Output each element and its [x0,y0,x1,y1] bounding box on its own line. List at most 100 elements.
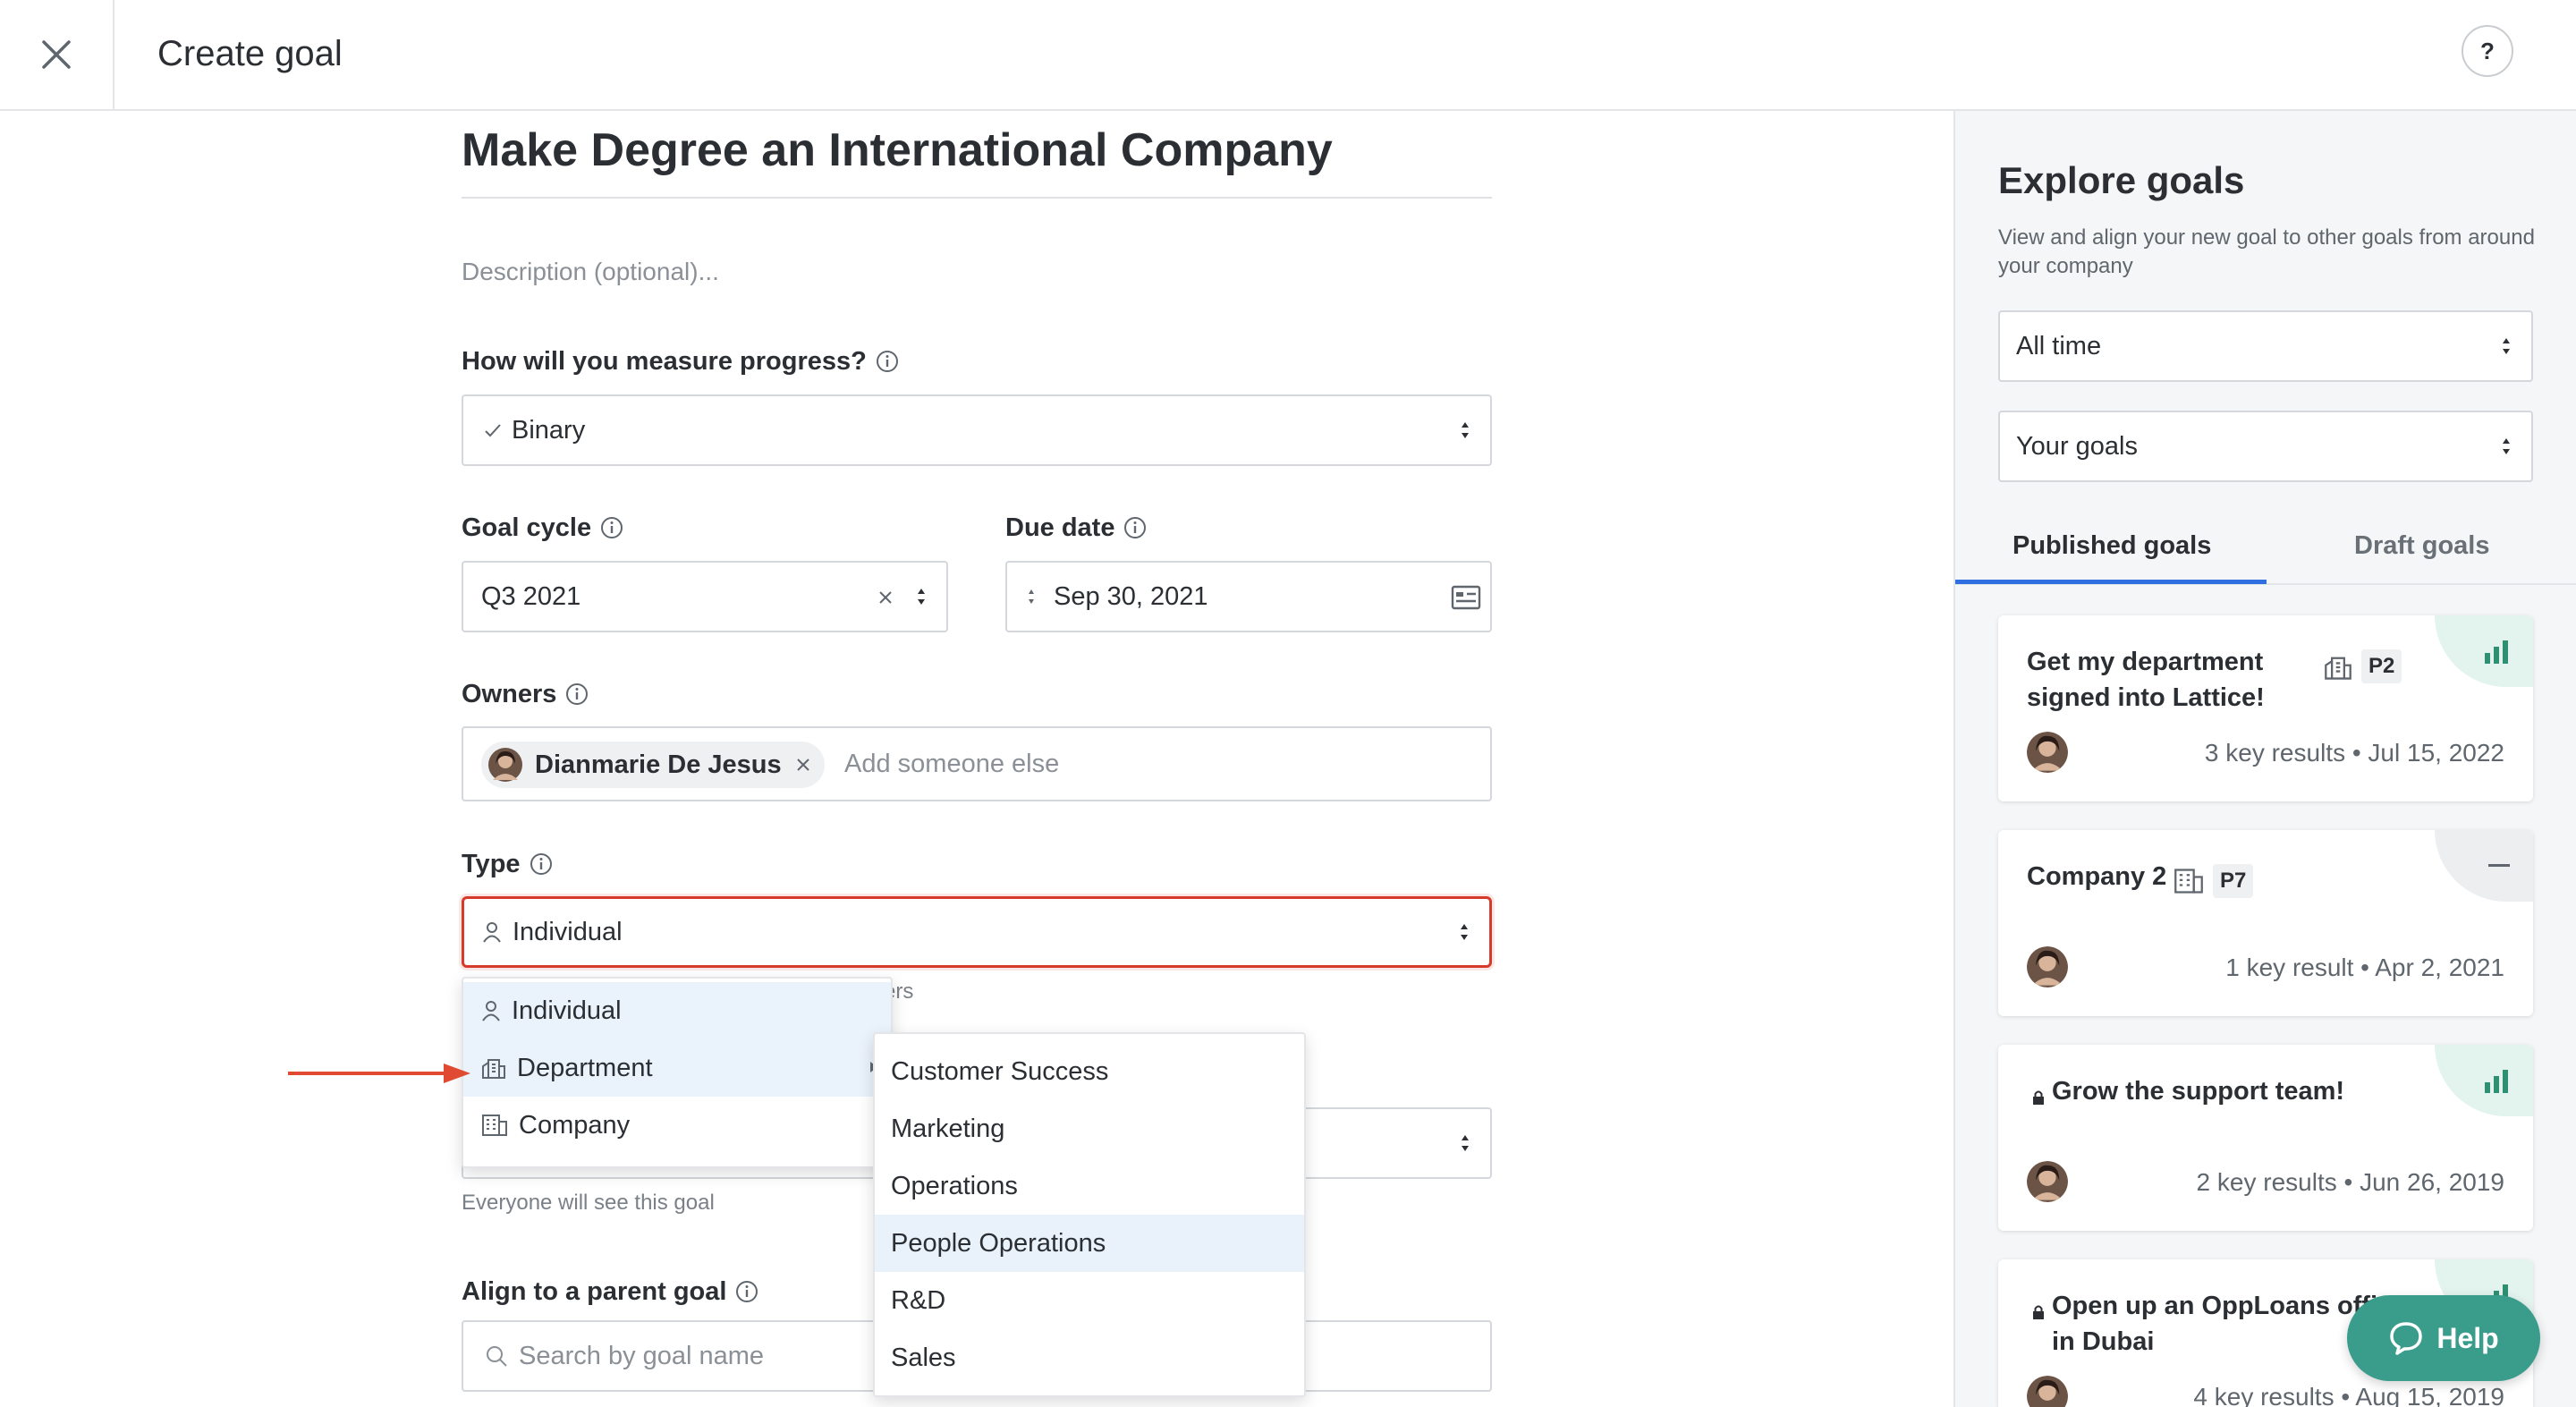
info-icon[interactable] [530,852,553,876]
clear-icon[interactable] [877,589,894,606]
goal-title-input[interactable]: Make Degree an International Company [462,122,1333,179]
avatar [2027,1376,2068,1407]
parent-goal-label: Align to a parent goal [462,1276,758,1308]
bar-chart-icon [2485,640,2508,664]
time-filter-value: All time [2016,331,2102,360]
type-option-company[interactable]: Company [463,1097,891,1154]
department-option-highlighted[interactable]: People Operations [875,1215,1304,1272]
department-submenu: Customer Success Marketing Operations Pe… [873,1032,1306,1397]
person-icon [483,922,501,943]
goal-card-meta: 1 key result • Apr 2, 2021 [2225,954,2504,981]
type-value: Individual [513,917,623,946]
goal-card[interactable]: Company 2 P7 1 key result • Apr 2, 2021 [1998,830,2533,1016]
info-icon[interactable] [565,682,589,706]
goal-card-title: Company 2 [2027,862,2167,891]
measure-label: How will you measure progress? [462,345,899,377]
time-filter-select[interactable]: All time [1998,310,2533,382]
type-option-individual[interactable]: Individual [463,982,891,1039]
chat-bubble-icon [2390,1322,2423,1355]
department-option[interactable]: Customer Success [875,1043,1304,1100]
owners-field[interactable]: Dianmarie De Jesus Add someone else [462,726,1492,801]
type-dropdown-menu: Individual Department Company [462,977,893,1168]
type-option-label: Company [519,1110,631,1140]
measure-value: Binary [512,415,586,445]
active-tab-indicator [1955,580,2267,584]
scope-filter-value: Your goals [2016,431,2138,461]
due-date-label: Due date [1005,512,1147,544]
search-icon [487,1346,507,1367]
due-date-input[interactable]: Sep 30, 2021 [1005,561,1492,632]
title-divider [462,197,1492,199]
type-select[interactable]: Individual [462,896,1492,968]
minus-icon [2488,864,2510,867]
visibility-hint: Everyone will see this goal [462,1191,715,1215]
due-date-value: Sep 30, 2021 [1054,581,1208,611]
updown-caret-icon [1462,422,1469,438]
goal-card-title: Grow the support team! [2052,1077,2345,1106]
type-label-text: Type [462,850,521,878]
calendar-icon[interactable] [1451,584,1481,611]
goal-cycle-label: Goal cycle [462,512,623,544]
goal-card-title: Open up an OppLoans offi [2052,1292,2378,1320]
type-option-label: Department [517,1053,653,1082]
info-icon[interactable] [600,516,623,539]
priority-badge: P7 [2213,864,2254,898]
avatar [488,748,522,782]
close-button[interactable] [0,0,114,109]
info-icon[interactable] [876,350,899,373]
avatar [2027,732,2068,773]
info-icon[interactable] [735,1280,758,1303]
type-option-department[interactable]: Department [463,1039,891,1097]
avatar [2027,1161,2068,1202]
updown-caret-icon [1029,589,1034,604]
goal-card-meta: 3 key results • Jul 15, 2022 [2204,739,2504,767]
measure-label-text: How will you measure progress? [462,347,867,376]
owners-label-text: Owners [462,680,557,708]
goal-card[interactable]: Get my department signed into Lattice! P… [1998,615,2533,801]
lock-icon [2033,1090,2044,1105]
help-chat-button[interactable]: Help [2347,1295,2540,1381]
bar-chart-icon [2485,1070,2508,1093]
owner-name: Dianmarie De Jesus [535,750,782,779]
goal-card-meta: 4 key results • Aug 15, 2019 [2193,1383,2504,1407]
goal-card[interactable]: Grow the support team! 2 key results • J… [1998,1045,2533,1231]
lock-icon [2033,1305,2044,1319]
goal-cycle-select[interactable]: Q3 2021 [462,561,948,632]
measure-select[interactable]: Binary [462,394,1492,466]
info-icon[interactable] [1123,516,1147,539]
tab-draft-goals[interactable]: Draft goals [2354,530,2489,562]
department-building-icon [2325,657,2351,680]
updown-caret-icon [2503,438,2510,454]
owner-chip: Dianmarie De Jesus [481,742,825,788]
add-owner-input[interactable]: Add someone else [844,750,1059,779]
remove-owner-icon[interactable] [794,756,812,774]
department-option[interactable]: Sales [875,1329,1304,1386]
updown-caret-icon [918,589,925,605]
updown-caret-icon [2503,338,2510,354]
department-option[interactable]: Marketing [875,1100,1304,1157]
explore-title: Explore goals [1998,159,2245,201]
owners-label: Owners [462,678,589,710]
type-option-label: Individual [512,996,622,1025]
search-placeholder: Search by goal name [519,1341,765,1370]
due-date-label-text: Due date [1005,513,1115,542]
type-label: Type [462,848,553,880]
department-option[interactable]: Operations [875,1157,1304,1215]
goal-card-title: Get my department signed into Lattice! [2027,648,2265,712]
priority-badge: P2 [2361,649,2402,683]
goal-cycle-label-text: Goal cycle [462,513,592,542]
tab-published-goals[interactable]: Published goals [2012,530,2211,562]
department-option[interactable]: R&D [875,1272,1304,1329]
company-building-icon [482,1115,507,1136]
page-title: Create goal [157,34,343,73]
description-input[interactable]: Description (optional)... [462,256,719,288]
help-button[interactable]: ? [2462,25,2513,77]
goal-card-meta: 2 key results • Jun 26, 2019 [2196,1168,2504,1196]
check-icon [485,424,501,437]
scope-filter-select[interactable]: Your goals [1998,411,2533,482]
avatar [2027,946,2068,987]
annotation-arrow-icon [288,1064,470,1083]
updown-caret-icon [1462,1135,1469,1151]
top-bar [0,0,2576,111]
parent-goal-label-text: Align to a parent goal [462,1277,727,1306]
